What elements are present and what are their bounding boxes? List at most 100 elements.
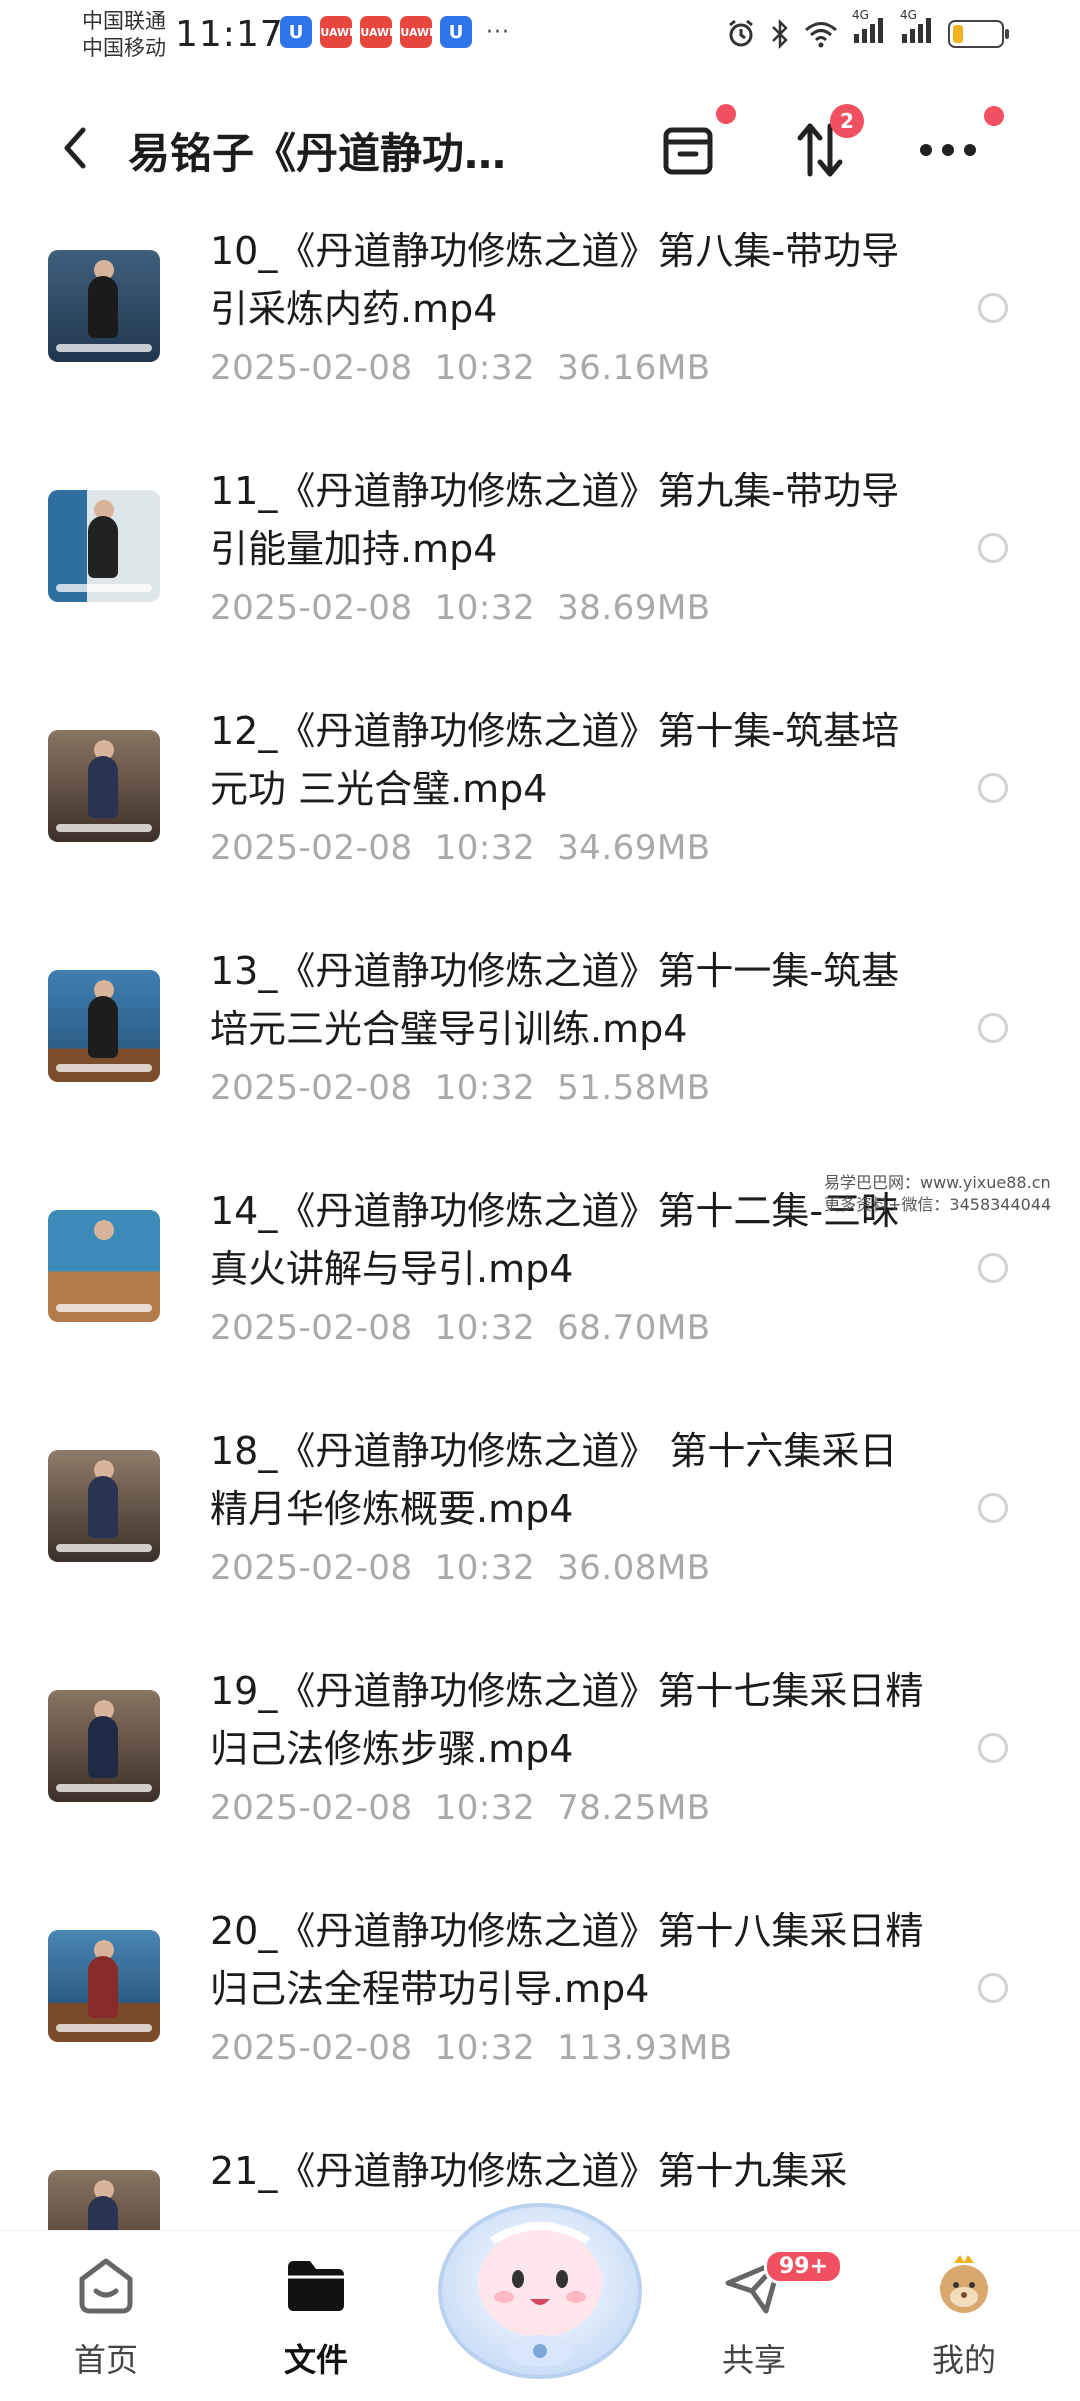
battery-icon xyxy=(948,19,1009,48)
file-date: 2025-02-08 xyxy=(210,1068,413,1108)
carrier-1: 中国联通 xyxy=(82,9,166,33)
file-meta: 2025-02-08 10:32 51.58MB xyxy=(210,1068,711,1108)
bottom-navigation: 首页 文件 99+ 共享 我的 xyxy=(0,2203,1080,2401)
watermark-line-2: 更多资料+微信：3458344044 xyxy=(824,1195,1052,1214)
carrier-2: 中国移动 xyxy=(82,36,166,60)
file-row[interactable]: 12_《丹道静功修炼之道》第十集-筑基培元功 三光合璧.mp4 2025-02-0… xyxy=(0,690,1080,934)
file-meta: 2025-02-08 10:32 34.69MB xyxy=(210,828,711,868)
file-time: 10:32 xyxy=(434,1068,536,1108)
file-time: 10:32 xyxy=(434,1308,536,1348)
video-thumbnail xyxy=(48,730,160,842)
home-icon xyxy=(79,2258,133,2314)
file-meta: 2025-02-08 10:32 113.93MB xyxy=(210,2028,733,2068)
file-row[interactable]: 20_《丹道静功修炼之道》第十八集采日精归己法全程带功引导.mp4 2025-02… xyxy=(0,1890,1080,2134)
nav-profile[interactable]: 我的 xyxy=(894,2253,1034,2383)
file-time: 10:32 xyxy=(434,1548,536,1588)
nav-share-label: 共享 xyxy=(721,2341,786,2379)
select-radio[interactable] xyxy=(978,1733,1008,1763)
file-date: 2025-02-08 xyxy=(210,348,413,388)
more-notifications-icon: ··· xyxy=(486,19,510,45)
nav-files[interactable]: 文件 xyxy=(246,2253,386,2383)
nav-share[interactable]: 99+ 共享 xyxy=(684,2249,844,2383)
back-button[interactable] xyxy=(50,118,100,178)
huawei-notification-icon: HUAWEI xyxy=(311,16,361,48)
video-thumbnail xyxy=(48,1690,160,1802)
file-meta: 2025-02-08 10:32 36.08MB xyxy=(210,1548,711,1588)
status-clock: 11:17 xyxy=(175,14,284,55)
file-name: 11_《丹道静功修炼之道》第九集-带功导引能量加持.mp4 xyxy=(210,469,900,571)
signal-1-icon: 4G xyxy=(852,8,886,51)
select-radio[interactable] xyxy=(978,1253,1008,1283)
file-size: 51.58MB xyxy=(557,1068,711,1108)
file-date: 2025-02-08 xyxy=(210,588,413,628)
mascot-button[interactable] xyxy=(430,2171,650,2381)
signal-2-icon: 4G xyxy=(900,8,934,51)
file-date: 2025-02-08 xyxy=(210,1548,413,1588)
system-icons: 4G 4G xyxy=(726,8,1009,51)
transfer-list-button[interactable] xyxy=(648,104,736,190)
more-options-button[interactable] xyxy=(908,106,1004,190)
file-meta: 2025-02-08 10:32 78.25MB xyxy=(210,1788,711,1828)
notification-dot xyxy=(984,106,1004,126)
carrier-labels: 中国联通 中国移动 xyxy=(82,8,166,62)
video-thumbnail xyxy=(48,970,160,1082)
file-list: 10_《丹道静功修炼之道》第八集-带功导引采炼内药.mp4 2025-02-08 1… xyxy=(0,210,1080,2230)
file-date: 2025-02-08 xyxy=(210,828,413,868)
select-radio[interactable] xyxy=(978,533,1008,563)
nav-home-label: 首页 xyxy=(73,2341,138,2379)
file-meta: 2025-02-08 10:32 36.16MB xyxy=(210,348,711,388)
share-count-badge: 99+ xyxy=(764,2249,844,2284)
video-thumbnail xyxy=(48,2170,160,2230)
select-radio[interactable] xyxy=(978,1013,1008,1043)
file-row[interactable]: 19_《丹道静功修炼之道》第十七集采日精归己法修炼步骤.mp4 2025-02-0… xyxy=(0,1650,1080,1894)
watermark: 易学巴巴网：www.yixue88.cn 更多资料+微信：3458344044 xyxy=(824,1172,1051,1216)
select-radio[interactable] xyxy=(978,293,1008,323)
watermark-line-1: 易学巴巴网：www.yixue88.cn xyxy=(824,1173,1051,1192)
app-notification-icon: U xyxy=(440,16,472,48)
file-name: 13_《丹道静功修炼之道》第十一集-筑基培元三光合璧导引训练.mp4 xyxy=(210,949,900,1051)
file-name: 14_《丹道静功修炼之道》第十二集-三昧真火讲解与导引.mp4 xyxy=(210,1189,900,1291)
file-row[interactable]: 11_《丹道静功修炼之道》第九集-带功导引能量加持.mp4 2025-02-08 1… xyxy=(0,450,1080,694)
file-meta: 2025-02-08 10:32 68.70MB xyxy=(210,1308,711,1348)
video-thumbnail xyxy=(48,490,160,602)
profile-avatar-icon xyxy=(940,2255,988,2313)
nav-home[interactable]: 首页 xyxy=(36,2253,176,2383)
file-row[interactable]: 10_《丹道静功修炼之道》第八集-带功导引采炼内药.mp4 2025-02-08 1… xyxy=(0,210,1080,454)
video-thumbnail xyxy=(48,1450,160,1562)
select-radio[interactable] xyxy=(978,773,1008,803)
video-thumbnail xyxy=(48,250,160,362)
huawei-notification-icon: HUAWEI xyxy=(351,16,401,48)
alarm-icon xyxy=(729,19,753,46)
file-row[interactable]: 18_《丹道静功修炼之道》 第十六集采日精月华修炼概要.mp4 2025-02-0… xyxy=(0,1410,1080,1654)
file-name: 20_《丹道静功修炼之道》第十八集采日精归己法全程带功引导.mp4 xyxy=(210,1909,924,2011)
file-meta: 2025-02-08 10:32 38.69MB xyxy=(210,588,711,628)
video-thumbnail xyxy=(48,1930,160,2042)
huawei-notification-icon: HUAWEI xyxy=(391,16,441,48)
nav-profile-label: 我的 xyxy=(931,2341,996,2379)
file-time: 10:32 xyxy=(434,1788,536,1828)
file-row[interactable]: 13_《丹道静功修炼之道》第十一集-筑基培元三光合璧导引训练.mp4 2025-0… xyxy=(0,930,1080,1174)
notification-dot xyxy=(716,104,736,124)
file-size: 78.25MB xyxy=(557,1788,711,1828)
nav-files-label: 文件 xyxy=(283,2341,348,2379)
sort-button[interactable]: 2 xyxy=(780,104,864,190)
video-thumbnail xyxy=(48,1210,160,1322)
notification-icons: U HUAWEI HUAWEI HUAWEI U ··· xyxy=(280,16,510,48)
file-date: 2025-02-08 xyxy=(210,1308,413,1348)
bluetooth-icon xyxy=(772,18,788,49)
title-bar: 易铭子《丹道静功… 2 xyxy=(0,90,1080,210)
inbox-icon xyxy=(663,127,713,175)
more-dots-icon xyxy=(920,144,976,156)
file-time: 10:32 xyxy=(434,588,536,628)
file-name: 12_《丹道静功修炼之道》第十集-筑基培元功 三光合璧.mp4 xyxy=(210,709,900,811)
file-time: 10:32 xyxy=(434,348,536,388)
file-size: 34.69MB xyxy=(557,828,711,868)
file-name: 19_《丹道静功修炼之道》第十七集采日精归己法修炼步骤.mp4 xyxy=(210,1669,924,1771)
select-radio[interactable] xyxy=(978,1973,1008,2003)
file-name: 10_《丹道静功修炼之道》第八集-带功导引采炼内药.mp4 xyxy=(210,229,900,331)
select-radio[interactable] xyxy=(978,1493,1008,1523)
mascot-icon xyxy=(438,2203,642,2379)
file-size: 68.70MB xyxy=(557,1308,711,1348)
status-bar: 中国联通 中国移动 11:17 U HUAWEI HUAWEI HUAWEI U… xyxy=(0,0,1080,80)
file-size: 113.93MB xyxy=(557,2028,733,2068)
